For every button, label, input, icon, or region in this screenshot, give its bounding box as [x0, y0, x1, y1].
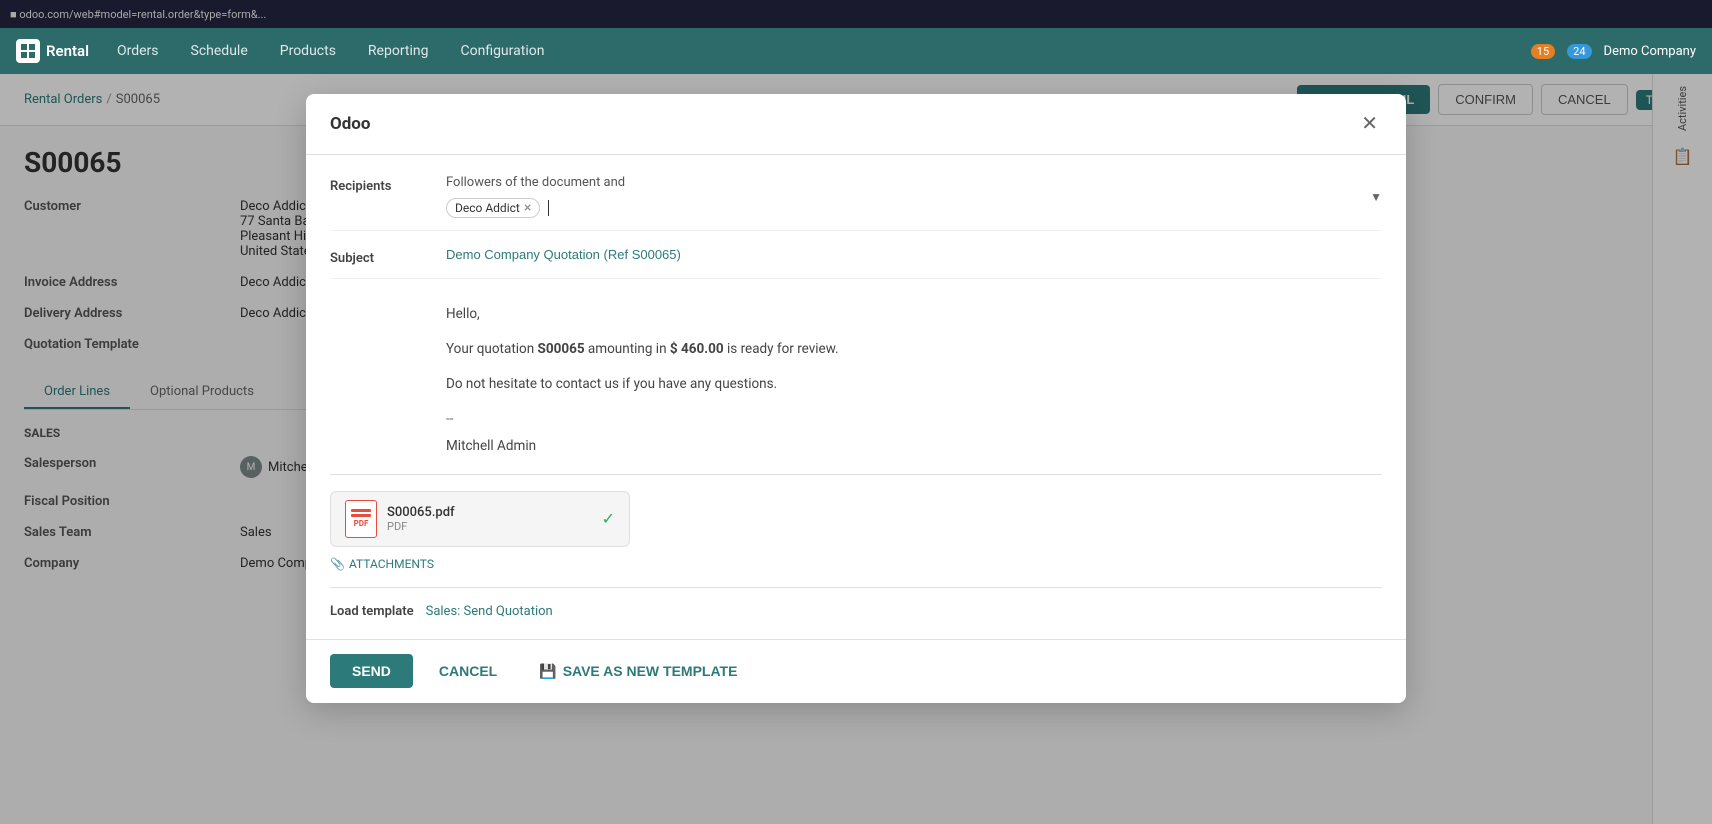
- url-bar: ■ odoo.com/web#model=rental.order&type=f…: [10, 8, 266, 21]
- recipients-text: Followers of the document and: [446, 175, 1354, 190]
- modal-title: Odoo: [330, 114, 370, 134]
- pdf-icon: PDF: [345, 500, 377, 538]
- attachments-label: ATTACHMENTS: [349, 557, 434, 571]
- load-template-label: Load template: [330, 604, 414, 619]
- email-bold1: S00065: [538, 341, 585, 357]
- nav-products[interactable]: Products: [268, 37, 348, 65]
- nav-reporting[interactable]: Reporting: [356, 37, 441, 65]
- notification-blue[interactable]: 24: [1567, 44, 1591, 59]
- save-template-label: SAVE AS NEW TEMPLATE: [563, 663, 738, 679]
- recipient-tag-label: Deco Addict: [455, 201, 520, 215]
- recipients-dropdown-arrow[interactable]: ▼: [1370, 190, 1382, 204]
- app-name: Rental: [46, 42, 89, 60]
- tag-remove-icon[interactable]: ×: [524, 201, 531, 215]
- modal-body: Recipients Followers of the document and…: [306, 155, 1406, 639]
- modal-footer: SEND CANCEL 💾 SAVE AS NEW TEMPLATE: [306, 639, 1406, 703]
- email-pre: Your quotation: [446, 341, 538, 357]
- email-content-line1: Your quotation S00065 amounting in $ 460…: [446, 338, 1382, 361]
- pdf-label: PDF: [354, 519, 369, 528]
- recipient-tag[interactable]: Deco Addict ×: [446, 198, 540, 218]
- attachments-link[interactable]: 📎 ATTACHMENTS: [330, 557, 1382, 571]
- nav-right: 15 24 Demo Company: [1531, 44, 1696, 59]
- main-nav: Rental Orders Schedule Products Reportin…: [0, 28, 1712, 74]
- attachment-type: PDF: [387, 520, 592, 533]
- nav-orders[interactable]: Orders: [105, 37, 171, 65]
- attachment-filename: S00065.pdf: [387, 505, 592, 520]
- notification-orange[interactable]: 15: [1531, 44, 1555, 59]
- email-greeting: Hello,: [446, 303, 1382, 326]
- recipients-row: Recipients Followers of the document and…: [330, 175, 1382, 231]
- recipients-label: Recipients: [330, 175, 430, 194]
- email-mid: amounting in: [585, 341, 670, 357]
- load-template-row: Load template Sales: Send Quotation: [330, 604, 1382, 619]
- pdf-bar1: [351, 509, 371, 512]
- email-content-line2: Do not hesitate to contact us if you hav…: [446, 373, 1382, 396]
- attachment-section: PDF S00065.pdf PDF ✓ 📎 ATTACHMENTS: [330, 491, 1382, 588]
- send-button[interactable]: SEND: [330, 654, 413, 688]
- email-modal: Odoo ✕ Recipients Followers of the docum…: [306, 94, 1406, 703]
- email-post: is ready for review.: [724, 341, 839, 357]
- subject-input[interactable]: [446, 247, 1382, 262]
- modal-header: Odoo ✕: [306, 94, 1406, 155]
- attachment-card[interactable]: PDF S00065.pdf PDF ✓: [330, 491, 630, 547]
- email-bold2: $ 460.00: [670, 341, 724, 357]
- email-separator: --: [446, 408, 1382, 431]
- recipients-content: Followers of the document and Deco Addic…: [446, 175, 1354, 218]
- input-cursor: [548, 200, 549, 216]
- nav-schedule[interactable]: Schedule: [179, 37, 260, 65]
- subject-row: Subject: [330, 247, 1382, 279]
- subject-label: Subject: [330, 247, 430, 266]
- attachment-check-icon: ✓: [602, 509, 615, 528]
- load-template-value[interactable]: Sales: Send Quotation: [426, 604, 553, 619]
- email-signature: Mitchell Admin: [446, 435, 1382, 458]
- save-template-button[interactable]: 💾 SAVE AS NEW TEMPLATE: [523, 654, 753, 689]
- modal-cancel-button[interactable]: CANCEL: [423, 654, 513, 688]
- subject-content: [446, 247, 1382, 262]
- nav-configuration[interactable]: Configuration: [448, 37, 556, 65]
- save-template-icon: 💾: [539, 663, 556, 680]
- modal-close-button[interactable]: ✕: [1357, 110, 1382, 138]
- attachment-info: S00065.pdf PDF: [387, 505, 592, 533]
- grid-icon: [16, 39, 40, 63]
- company-name: Demo Company: [1604, 44, 1696, 59]
- email-body: Hello, Your quotation S00065 amounting i…: [330, 295, 1382, 475]
- content-area: Rental Orders / S00065 SEND BY EMAIL CON…: [0, 74, 1712, 824]
- modal-overlay: Odoo ✕ Recipients Followers of the docum…: [0, 74, 1712, 824]
- paperclip-icon: 📎: [330, 557, 345, 571]
- top-nav: ■ odoo.com/web#model=rental.order&type=f…: [0, 0, 1712, 28]
- app-logo[interactable]: Rental: [16, 39, 89, 63]
- pdf-bar2: [351, 514, 371, 517]
